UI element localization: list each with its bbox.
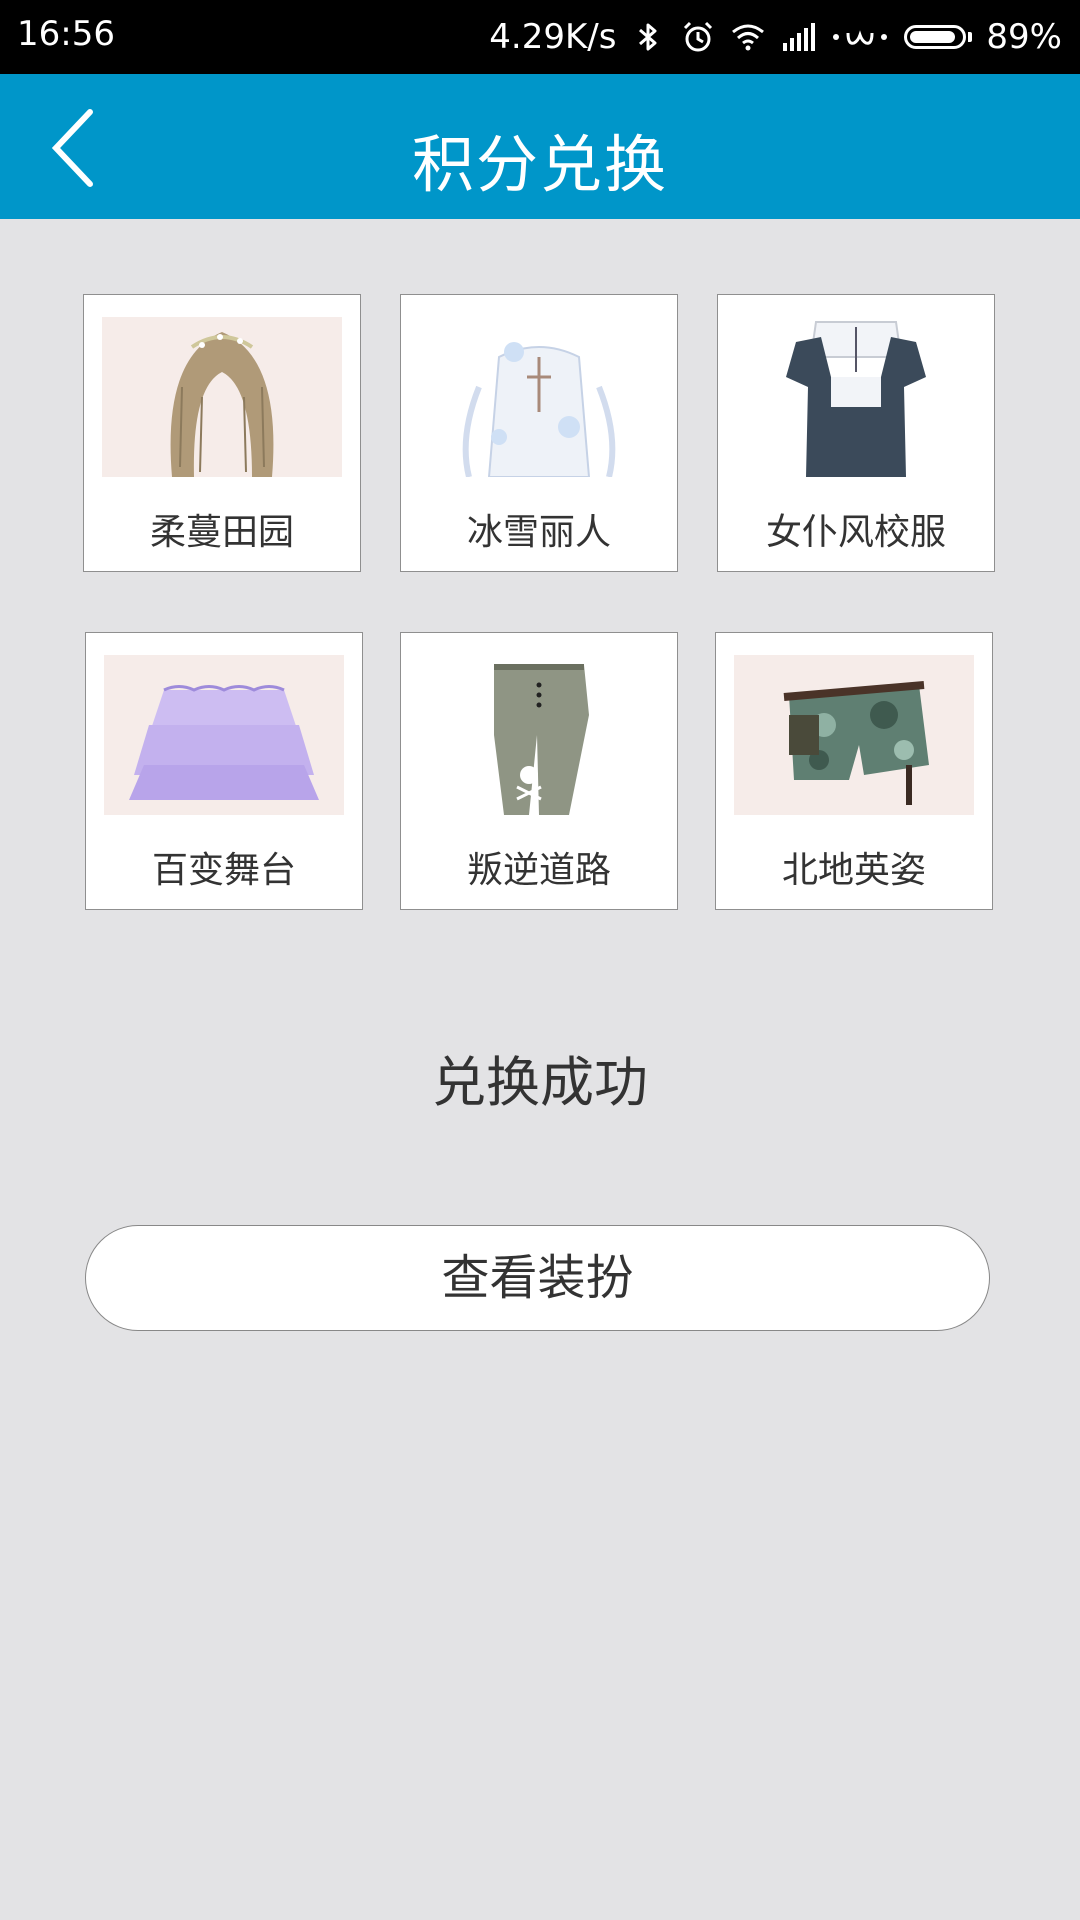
- item-name: 柔蔓田园: [149, 512, 294, 553]
- item-name: 女仆风校服: [765, 512, 946, 553]
- status-icons: 4.29K/s 89%: [475, 14, 1062, 60]
- item-card[interactable]: 柔蔓田园: [83, 294, 361, 572]
- shorts-image: [734, 655, 974, 815]
- net-speed: 4.29K/s: [489, 17, 617, 57]
- alarm-icon: [684, 21, 713, 52]
- notification-dots-icon: [833, 30, 888, 45]
- status-bar: 16:56 4.29K/s 89%: [0, 0, 1080, 74]
- battery-fill: [910, 31, 956, 43]
- hairstyle-image: [102, 317, 342, 477]
- item-card[interactable]: 百变舞台: [85, 632, 363, 910]
- item-name: 叛逆道路: [466, 850, 611, 891]
- status-time: 16:56: [17, 14, 115, 54]
- app-header: 积分兑换: [0, 74, 1080, 219]
- uniform-top-image: [736, 317, 976, 477]
- item-card[interactable]: 北地英姿: [715, 632, 993, 910]
- pants-image: [419, 655, 659, 815]
- bluetooth-icon: [639, 23, 657, 51]
- signal-icon: [783, 23, 816, 51]
- exchange-result-text: 兑换成功: [432, 1051, 648, 1114]
- battery-percent: 89%: [986, 17, 1062, 57]
- item-card[interactable]: 女仆风校服: [717, 294, 995, 572]
- skirt-image: [104, 655, 344, 815]
- battery-icon: [904, 25, 973, 49]
- dress-image: [419, 317, 659, 477]
- item-name: 北地英姿: [781, 850, 926, 891]
- item-name: 百变舞台: [151, 850, 296, 891]
- view-outfit-button[interactable]: 查看装扮: [85, 1225, 990, 1331]
- page-title: 积分兑换: [411, 128, 668, 201]
- item-name: 冰雪丽人: [466, 512, 611, 553]
- item-card[interactable]: 冰雪丽人: [400, 294, 678, 572]
- item-card[interactable]: 叛逆道路: [400, 632, 678, 910]
- wifi-icon: [732, 24, 765, 51]
